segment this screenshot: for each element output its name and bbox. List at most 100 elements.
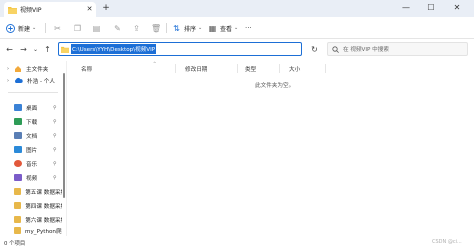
home-icon: [15, 65, 21, 72]
column-header-size[interactable]: 大小: [289, 65, 300, 73]
sidebar-item-videos[interactable]: 视频 ⚲: [4, 172, 62, 183]
new-button-label: 新建: [18, 25, 31, 33]
folder-icon: [14, 216, 22, 223]
folder-icon: [61, 46, 69, 53]
back-arrow-icon[interactable]: ←: [4, 44, 15, 55]
expand-icon[interactable]: ›: [7, 66, 9, 72]
address-bar[interactable]: C:\Users\YYH\Desktop\视频VIP: [58, 42, 302, 56]
command-bar: 新建 ⌄ ✂ ❐ ▤ ✎ ⇪ 🗑 ⇅ 排序 ⌄ ▦ 查看 ⌄ ···: [0, 17, 474, 39]
column-divider[interactable]: [237, 64, 238, 73]
pin-icon: ⚲: [53, 104, 57, 111]
chevron-down-icon: ⌄: [198, 25, 203, 31]
item-count: 0 个项目: [4, 241, 26, 247]
cloud-icon: [14, 77, 23, 83]
recent-locations-chevron-icon[interactable]: ⌄: [30, 44, 41, 55]
sort-button[interactable]: ⇅ 排序 ⌄: [172, 21, 202, 35]
copy-icon[interactable]: ❐: [73, 24, 82, 33]
sidebar-item-folder[interactable]: 第六课 数据采集: [4, 214, 62, 225]
new-button[interactable]: 新建 ⌄: [6, 21, 36, 35]
expand-icon[interactable]: ›: [7, 78, 9, 84]
sidebar-item-label: 主文件夹: [26, 66, 49, 73]
sidebar-item-music[interactable]: 音乐 ⚲: [4, 158, 62, 169]
toolbar-divider: [45, 23, 46, 33]
sidebar-divider: [8, 92, 58, 93]
view-button[interactable]: ▦ 查看 ⌄: [208, 21, 239, 35]
sidebar-item-label: 视频: [26, 175, 38, 182]
sidebar-item-desktop[interactable]: 桌面 ⚲: [4, 102, 62, 113]
pin-icon: ⚲: [53, 118, 57, 125]
watermark: CSDN @ci...: [432, 239, 462, 245]
forward-arrow-icon[interactable]: →: [18, 44, 29, 55]
sidebar-item-pictures[interactable]: 图片 ⚲: [4, 144, 62, 155]
up-arrow-icon[interactable]: ↑: [42, 44, 53, 55]
plus-circle-icon: [6, 23, 15, 33]
sidebar-item-label: 下载: [26, 119, 38, 126]
sidebar-item-downloads[interactable]: 下载 ⚲: [4, 116, 62, 127]
desktop-icon: [14, 104, 22, 111]
search-placeholder: 在 视频VIP 中搜索: [343, 47, 389, 53]
sidebar-item-label: 图片: [26, 147, 38, 154]
pin-icon: ⚲: [53, 174, 57, 181]
share-icon[interactable]: ⇪: [132, 24, 141, 33]
sort-button-label: 排序: [184, 25, 197, 33]
sort-icon: ⇅: [173, 23, 180, 33]
sidebar-item-label: 第四课 数据采集: [25, 203, 62, 210]
sidebar-item-home[interactable]: › 主文件夹: [4, 63, 62, 74]
file-list: 名称 ^ 修改日期 类型 大小 此文件夹为空。: [66, 61, 474, 236]
delete-icon[interactable]: 🗑: [151, 24, 161, 33]
column-divider[interactable]: [175, 64, 176, 73]
sidebar-item-folder[interactable]: 第五课 数据采集: [4, 186, 62, 197]
pin-icon: ⚲: [53, 160, 57, 167]
tab-current-folder[interactable]: 视频VIP ✕: [4, 2, 96, 17]
tab-title: 视频VIP: [20, 7, 42, 14]
sidebar-item-documents[interactable]: 文档 ⚲: [4, 130, 62, 141]
column-header-type[interactable]: 类型: [245, 65, 256, 73]
chevron-down-icon: ⌄: [234, 25, 239, 31]
download-icon: [14, 118, 22, 125]
sidebar-item-folder[interactable]: my_Python爬虫: [4, 225, 62, 236]
column-divider[interactable]: [325, 64, 326, 73]
search-box[interactable]: 在 视频VIP 中搜索: [327, 42, 468, 56]
sidebar-item-label: 第六课 数据采集: [25, 217, 62, 224]
sidebar-item-label: 朴浩 - 个人: [27, 78, 55, 85]
sidebar-item-folder[interactable]: 第四课 数据采集: [4, 200, 62, 211]
tab-close-icon[interactable]: ✕: [85, 5, 94, 14]
paste-icon[interactable]: ▤: [92, 24, 101, 33]
minimize-button[interactable]: —: [395, 1, 417, 14]
navigation-row: ← → ⌄ ↑ C:\Users\YYH\Desktop\视频VIP ↻ 在 视…: [0, 39, 474, 61]
search-icon: [332, 45, 339, 53]
new-tab-button[interactable]: +: [101, 3, 111, 13]
view-icon: ▦: [208, 23, 217, 33]
sort-ascending-icon: ^: [153, 61, 157, 66]
maximize-button[interactable]: ☐: [420, 1, 442, 14]
view-button-label: 查看: [220, 25, 233, 33]
window-close-button[interactable]: ✕: [446, 1, 468, 14]
toolbar-divider: [166, 23, 167, 33]
rename-icon[interactable]: ✎: [113, 24, 122, 33]
folder-icon: [14, 188, 22, 195]
more-options-icon[interactable]: ···: [245, 21, 252, 35]
sidebar-item-label: 音乐: [26, 161, 38, 168]
status-bar: 0 个项目 CSDN @ci...: [0, 236, 474, 249]
column-header-name[interactable]: 名称: [81, 65, 92, 73]
chevron-down-icon: ⌄: [32, 25, 37, 31]
column-header-modified[interactable]: 修改日期: [185, 65, 207, 73]
navigation-pane: › 主文件夹 › 朴浩 - 个人 桌面 ⚲ 下载 ⚲ 文档 ⚲ 图片 ⚲ 音乐 …: [0, 61, 66, 236]
empty-folder-message: 此文件夹为空。: [255, 83, 295, 89]
video-icon: [14, 174, 22, 181]
column-divider[interactable]: [279, 64, 280, 73]
pin-icon: ⚲: [53, 146, 57, 153]
pin-icon: ⚲: [53, 132, 57, 139]
folder-icon: [14, 227, 22, 234]
title-bar: 视频VIP ✕ + — ☐ ✕: [0, 0, 474, 17]
sidebar-scrollbar[interactable]: [63, 73, 65, 198]
address-path[interactable]: C:\Users\YYH\Desktop\视频VIP: [71, 44, 157, 54]
refresh-icon[interactable]: ↻: [309, 44, 320, 55]
cut-icon[interactable]: ✂: [53, 24, 62, 33]
sidebar-item-label: 第五课 数据采集: [25, 189, 62, 196]
music-icon: [14, 160, 22, 167]
sidebar-item-label: my_Python爬虫: [25, 228, 62, 235]
sidebar-item-cloud[interactable]: › 朴浩 - 个人: [4, 75, 62, 86]
sidebar-item-label: 文档: [26, 133, 38, 140]
document-icon: [14, 132, 22, 139]
